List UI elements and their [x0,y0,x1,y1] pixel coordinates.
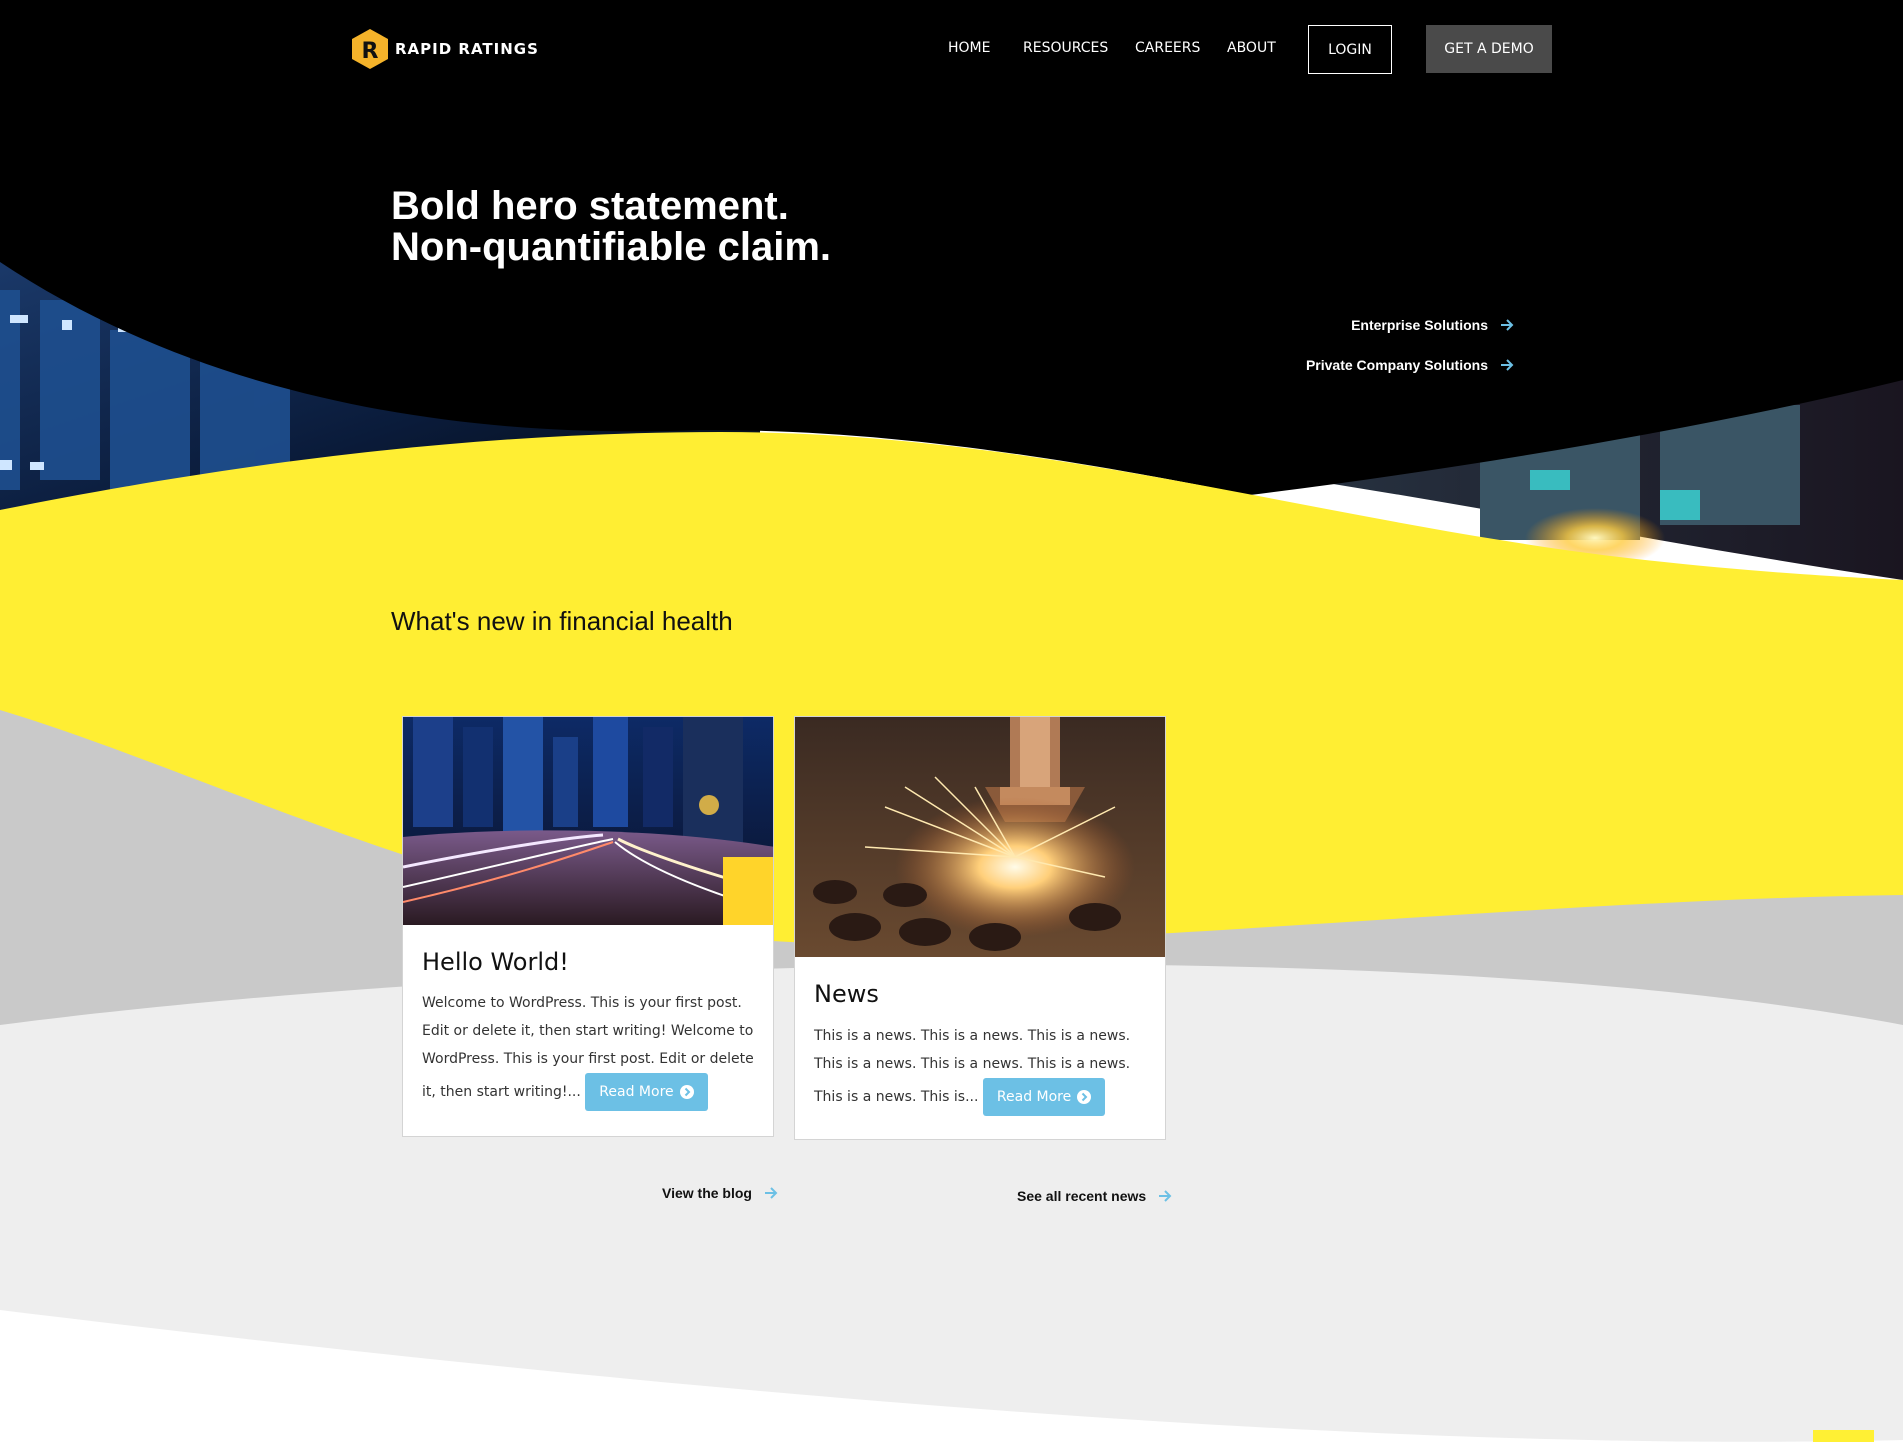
arrow-right-icon [1501,319,1514,331]
scroll-to-top-tab[interactable] [1813,1430,1874,1442]
arrow-right-icon [1159,1190,1172,1202]
laser-cutting-image [795,717,1165,957]
section-title: What's new in financial health [391,606,733,636]
private-company-solutions-link[interactable]: Private Company Solutions [1306,345,1514,385]
see-recent-news-link[interactable]: See all recent news [1017,1188,1172,1204]
card-title[interactable]: News [814,980,879,1008]
see-recent-news-label: See all recent news [1017,1188,1147,1204]
nav-resources[interactable]: RESOURCES [1023,40,1108,56]
view-blog-link[interactable]: View the blog [662,1185,778,1201]
city-night-image [403,717,773,925]
card-image-laser[interactable] [795,717,1165,957]
login-button[interactable]: LOGIN [1308,25,1392,74]
circle-arrow-icon [679,1085,694,1099]
arrow-right-icon [764,1187,778,1199]
logo-letter: R [362,39,379,64]
private-company-solutions-label: Private Company Solutions [1305,357,1488,373]
read-more-button[interactable]: Read More [585,1073,708,1111]
card-excerpt: This is a news. This is a news. This is … [814,1022,1147,1116]
news-card: News This is a news. This is a news. Thi… [794,716,1166,1140]
hero-links: Enterprise Solutions Private Company Sol… [1306,305,1514,385]
read-more-label: Read More [599,1084,674,1100]
card-excerpt: Welcome to WordPress. This is your first… [422,989,755,1111]
brand-logo[interactable]: R RAPID RATINGS [351,28,539,70]
nav-home[interactable]: HOME [948,40,990,56]
get-demo-button[interactable]: GET A DEMO [1426,25,1552,73]
enterprise-solutions-link[interactable]: Enterprise Solutions [1306,305,1514,345]
hero-title-line2: Non-quantifiable claim. [391,225,832,269]
read-more-label: Read More [996,1089,1072,1105]
logo-hex-icon: R [352,29,388,69]
read-more-button[interactable]: Read More [982,1078,1106,1116]
page: R RAPID RATINGS HOME RESOURCES CAREERS A… [0,0,1903,1442]
nav-careers[interactable]: CAREERS [1135,40,1200,56]
blog-card: Hello World! Welcome to WordPress. This … [402,716,774,1137]
hero-title-line1: Bold hero statement. [391,184,789,228]
enterprise-solutions-label: Enterprise Solutions [1351,317,1488,333]
circle-arrow-icon [1077,1090,1092,1104]
view-blog-label: View the blog [662,1185,752,1201]
brand-name: RAPID RATINGS [395,40,539,58]
card-image-city[interactable] [403,717,773,925]
arrow-right-icon [1501,359,1514,371]
hero-title: Bold hero statement. Non-quantifiable cl… [391,186,831,268]
card-title[interactable]: Hello World! [422,948,569,976]
nav-about[interactable]: ABOUT [1227,40,1276,56]
